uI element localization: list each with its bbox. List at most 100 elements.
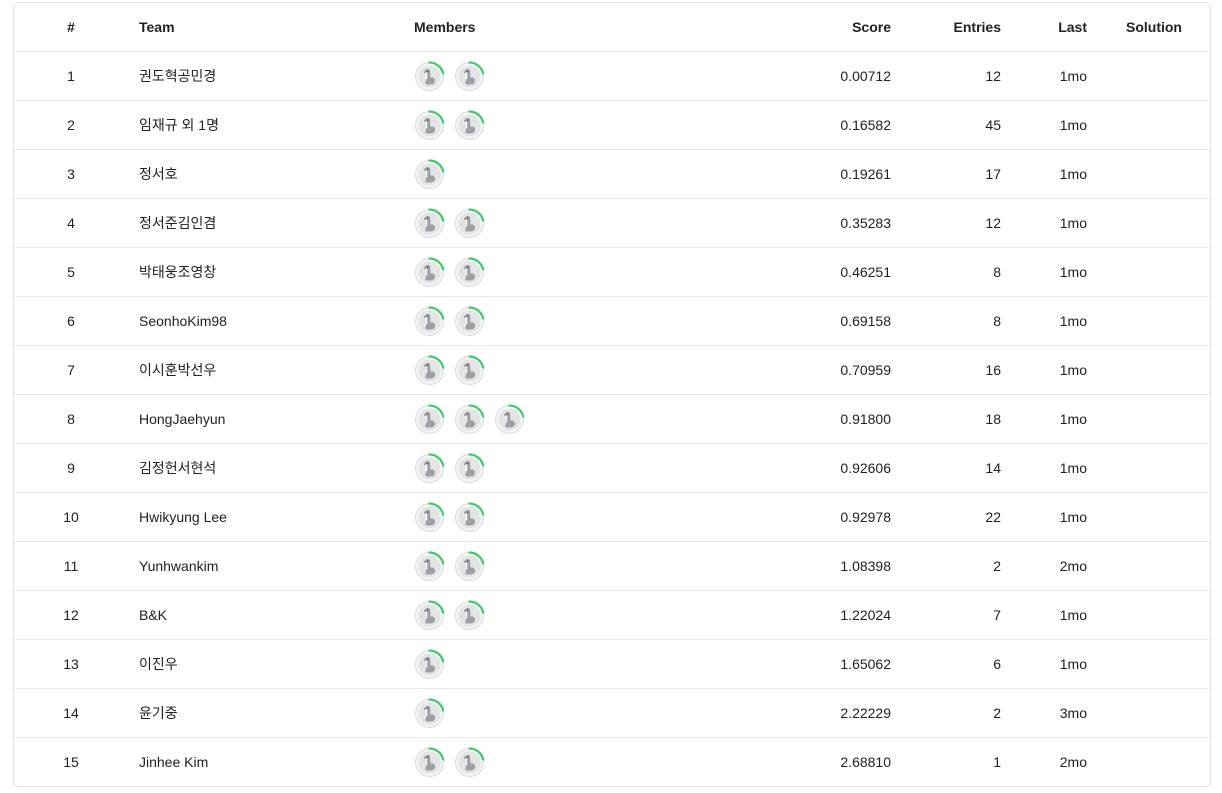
table-row[interactable]: 9 김정헌서현석 0.92606 14 1mo: [14, 444, 1210, 493]
member-avatar-icon[interactable]: [454, 256, 485, 288]
team-name[interactable]: Yunhwankim: [139, 542, 399, 590]
team-name[interactable]: 정서호: [139, 150, 399, 198]
member-avatar-icon[interactable]: [454, 403, 485, 435]
table-row[interactable]: 12 B&K 1.22024 7 1mo: [14, 591, 1210, 640]
table-row[interactable]: 8 HongJaehyun 0.91800 18 1mo: [14, 395, 1210, 444]
member-avatar-icon[interactable]: [414, 207, 445, 239]
rank-cell: 8: [67, 411, 75, 427]
member-avatar-icon[interactable]: [414, 60, 445, 92]
member-avatar-icon[interactable]: [414, 697, 445, 729]
header-team[interactable]: Team: [139, 3, 399, 51]
member-avatar-icon[interactable]: [454, 305, 485, 337]
member-avatar-icon[interactable]: [454, 599, 485, 631]
last-submission-cell: 2mo: [1059, 754, 1087, 770]
table-row[interactable]: 11 Yunhwankim 1.08398 2 2mo: [14, 542, 1210, 591]
table-row[interactable]: 5 박태웅조영창 0.46251 8 1mo: [14, 248, 1210, 297]
rank-cell: 6: [67, 313, 75, 329]
last-submission-cell: 1mo: [1059, 509, 1087, 525]
solution-cell: [1109, 542, 1199, 590]
rank-cell: 14: [63, 705, 79, 721]
solution-cell: [1109, 640, 1199, 688]
solution-cell: [1109, 738, 1199, 786]
rank-cell: 5: [67, 264, 75, 280]
team-name[interactable]: 김정헌서현석: [139, 444, 399, 492]
member-avatar-icon[interactable]: [454, 109, 485, 141]
member-avatar-icon[interactable]: [414, 648, 445, 680]
table-row[interactable]: 6 SeonhoKim98 0.69158 8 1mo: [14, 297, 1210, 346]
header-members: Members: [414, 19, 476, 35]
header-entries[interactable]: Entries: [904, 3, 1001, 51]
team-name[interactable]: 박태웅조영창: [139, 248, 399, 296]
member-avatar-icon[interactable]: [414, 354, 445, 386]
solution-cell: [1109, 150, 1199, 198]
team-name[interactable]: HongJaehyun: [139, 395, 399, 443]
rank-cell: 13: [63, 656, 79, 672]
team-name[interactable]: Jinhee Kim: [139, 738, 399, 786]
member-avatar-icon[interactable]: [454, 452, 485, 484]
table-row[interactable]: 7 이시훈박선우 0.70959 16 1mo: [14, 346, 1210, 395]
member-avatar-icon[interactable]: [414, 550, 445, 582]
member-avatar-icon[interactable]: [454, 60, 485, 92]
last-submission-cell: 1mo: [1059, 313, 1087, 329]
table-row[interactable]: 14 윤기중 2.22229 2 3mo: [14, 689, 1210, 738]
members-cell: [414, 444, 714, 492]
entries-cell: 6: [993, 656, 1001, 672]
member-avatar-icon[interactable]: [454, 354, 485, 386]
member-avatar-icon[interactable]: [414, 746, 445, 778]
solution-cell: [1109, 346, 1199, 394]
member-avatar-icon[interactable]: [414, 452, 445, 484]
entries-cell: 7: [993, 607, 1001, 623]
entries-cell: 8: [993, 264, 1001, 280]
solution-cell: [1109, 101, 1199, 149]
table-row[interactable]: 4 정서준김인겸 0.35283 12 1mo: [14, 199, 1210, 248]
team-name[interactable]: 이진우: [139, 640, 399, 688]
team-name[interactable]: 이시훈박선우: [139, 346, 399, 394]
members-cell: [414, 346, 714, 394]
member-avatar-icon[interactable]: [454, 746, 485, 778]
team-name[interactable]: 정서준김인겸: [139, 199, 399, 247]
member-avatar-icon[interactable]: [454, 501, 485, 533]
team-name[interactable]: 임재규 외 1명: [139, 101, 399, 149]
header-last[interactable]: Last: [1014, 3, 1087, 51]
table-row[interactable]: 15 Jinhee Kim 2.68810 1 2mo: [14, 738, 1210, 786]
score-cell: 1.22024: [840, 607, 891, 623]
team-name[interactable]: 윤기중: [139, 689, 399, 737]
solution-cell: [1109, 444, 1199, 492]
last-submission-cell: 1mo: [1059, 215, 1087, 231]
members-cell: [414, 591, 714, 639]
member-avatar-icon[interactable]: [494, 403, 525, 435]
table-row[interactable]: 13 이진우 1.65062 6 1mo: [14, 640, 1210, 689]
solution-cell: [1109, 297, 1199, 345]
score-cell: 0.91800: [840, 411, 891, 427]
header-score[interactable]: Score: [744, 3, 891, 51]
member-avatar-icon[interactable]: [454, 550, 485, 582]
table-row[interactable]: 1 권도혁공민경 0.00712 12 1mo: [14, 52, 1210, 101]
member-avatar-icon[interactable]: [414, 599, 445, 631]
last-submission-cell: 1mo: [1059, 264, 1087, 280]
leaderboard-table: # Team Members Score Entries Last Soluti…: [13, 2, 1211, 787]
member-avatar-icon[interactable]: [414, 109, 445, 141]
last-submission-cell: 1mo: [1059, 460, 1087, 476]
table-row[interactable]: 2 임재규 외 1명 0.16582 45 1mo: [14, 101, 1210, 150]
team-name[interactable]: 권도혁공민경: [139, 52, 399, 100]
member-avatar-icon[interactable]: [414, 305, 445, 337]
member-avatar-icon[interactable]: [454, 207, 485, 239]
members-cell: [414, 101, 714, 149]
team-name[interactable]: Hwikyung Lee: [139, 493, 399, 541]
member-avatar-icon[interactable]: [414, 501, 445, 533]
member-avatar-icon[interactable]: [414, 403, 445, 435]
team-name[interactable]: B&K: [139, 591, 399, 639]
table-row[interactable]: 3 정서호 0.19261 17 1mo: [14, 150, 1210, 199]
rank-cell: 1: [67, 68, 75, 84]
member-avatar-icon[interactable]: [414, 256, 445, 288]
score-cell: 0.46251: [840, 264, 891, 280]
solution-cell: [1109, 591, 1199, 639]
header-rank[interactable]: #: [14, 3, 128, 51]
members-cell: [414, 150, 714, 198]
member-avatar-icon[interactable]: [414, 158, 445, 190]
table-row[interactable]: 10 Hwikyung Lee 0.92978 22 1mo: [14, 493, 1210, 542]
members-cell: [414, 199, 714, 247]
team-name[interactable]: SeonhoKim98: [139, 297, 399, 345]
rank-cell: 2: [67, 117, 75, 133]
solution-cell: [1109, 52, 1199, 100]
